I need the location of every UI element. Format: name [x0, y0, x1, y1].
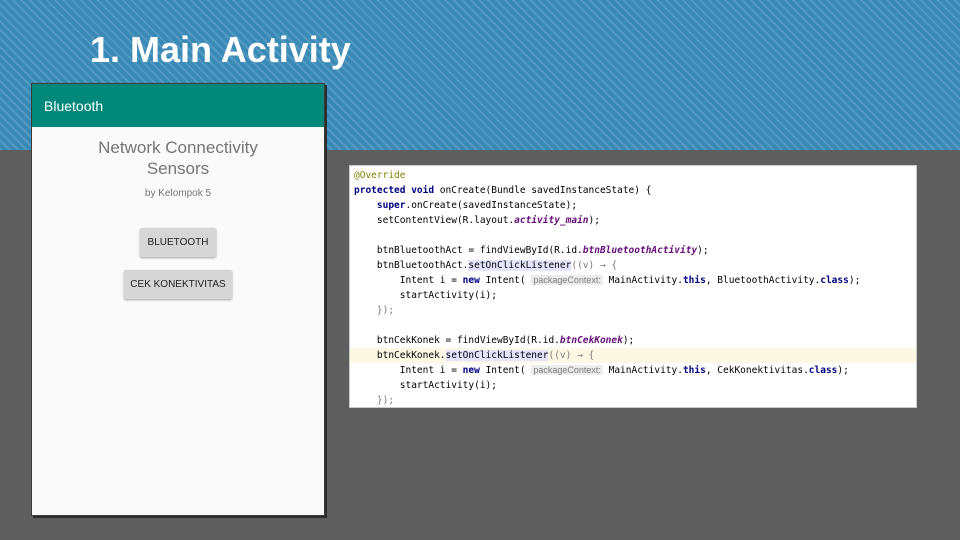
code-text: startActivity(i); [354, 290, 497, 301]
code-text: , BluetoothActivity. [705, 275, 821, 286]
code-text: ); [848, 275, 861, 286]
app-toolbar-title: Bluetooth [44, 97, 104, 114]
code-text: btnCekKonek. [354, 350, 446, 361]
code-line: btnBluetoothAct = findViewById(R.id.btnB… [350, 243, 916, 258]
app-toolbar: Bluetooth [32, 84, 324, 127]
code-text: Intent( [479, 365, 532, 376]
cek-konektivitas-button[interactable]: CEK KONEKTIVITAS [124, 270, 232, 299]
code-text: MainActivity. [602, 365, 683, 376]
param-hint: packageContext: [531, 365, 603, 375]
app-byline: by Kelompok 5 [144, 188, 212, 199]
code-line: startActivity(i); [350, 378, 916, 393]
code-line: btnCekKonek = findViewById(R.id.btnCekKo… [350, 333, 916, 348]
keyword: class [820, 275, 849, 286]
code-text: btnBluetoothAct. [354, 260, 469, 271]
code-line: Intent i = new Intent( packageContext: M… [350, 363, 916, 378]
code-line: startActivity(i); [350, 288, 916, 303]
code-line: setContentView(R.layout.activity_main); [350, 213, 916, 228]
app-heading: Network Connectivity Sensors [98, 138, 258, 178]
keyword: this [682, 365, 706, 376]
method-ref: setOnClickListener [468, 260, 572, 271]
keyword: new [462, 275, 480, 286]
code-text: Intent i = [354, 275, 463, 286]
code-line-current: btnCekKonek.setOnClickListener((v) → { [350, 348, 916, 363]
annotation: @Override [354, 170, 406, 181]
field-ref: btnCekKonek [559, 335, 623, 346]
field-ref: activity_main [514, 215, 589, 226]
code-text: setContentView(R.layout. [354, 215, 515, 226]
slide-title: 1. Main Activity [90, 29, 351, 70]
keyword: class [808, 365, 838, 376]
keyword: this [682, 275, 706, 286]
code-text: ((v) → { [548, 350, 595, 361]
code-text: MainActivity. [602, 275, 683, 286]
method-ref: setOnClickListener [445, 350, 549, 361]
code-text: ); [837, 365, 849, 376]
code-text: btnCekKonek = findViewById(R.id. [354, 335, 560, 346]
keyword: new [462, 365, 480, 376]
code-text: }); [354, 305, 395, 316]
code-line: Intent i = new Intent( packageContext: M… [350, 273, 916, 288]
param-hint: packageContext: [531, 275, 603, 285]
code-line: super.onCreate(savedInstanceState); [350, 198, 916, 213]
code-text: onCreate(Bundle savedInstanceState) { [434, 185, 652, 196]
code-text: .onCreate(savedInstanceState); [405, 200, 578, 211]
code-text: startActivity(i); [354, 380, 497, 391]
code-text: ((v) → { [571, 260, 618, 271]
bluetooth-button[interactable]: BLUETOOTH [140, 228, 216, 257]
code-text: btnBluetoothAct = findViewById(R.id. [354, 245, 583, 256]
code-line: protected void onCreate(Bundle savedInst… [350, 183, 916, 198]
code-text: Intent( [479, 275, 532, 286]
code-text: ); [588, 215, 600, 226]
code-text: ); [622, 335, 635, 346]
phone-screenshot: Bluetooth Network Connectivity Sensors b… [31, 83, 325, 516]
code-text: ); [697, 245, 709, 256]
code-editor[interactable]: @Override protected void onCreate(Bundle… [349, 165, 917, 408]
keyword: protected void [354, 185, 435, 196]
keyword: super [354, 200, 406, 211]
code-text: , CekKonektivitas. [705, 365, 809, 376]
code-line: }); [350, 303, 916, 318]
code-line: btnBluetoothAct.setOnClickListener((v) →… [350, 258, 916, 273]
code-text: }); [354, 395, 395, 406]
code-line: }); [350, 393, 916, 408]
field-ref: btnBluetoothActivity [582, 245, 698, 256]
code-text: Intent i = [354, 365, 463, 376]
code-line: @Override [350, 168, 916, 183]
